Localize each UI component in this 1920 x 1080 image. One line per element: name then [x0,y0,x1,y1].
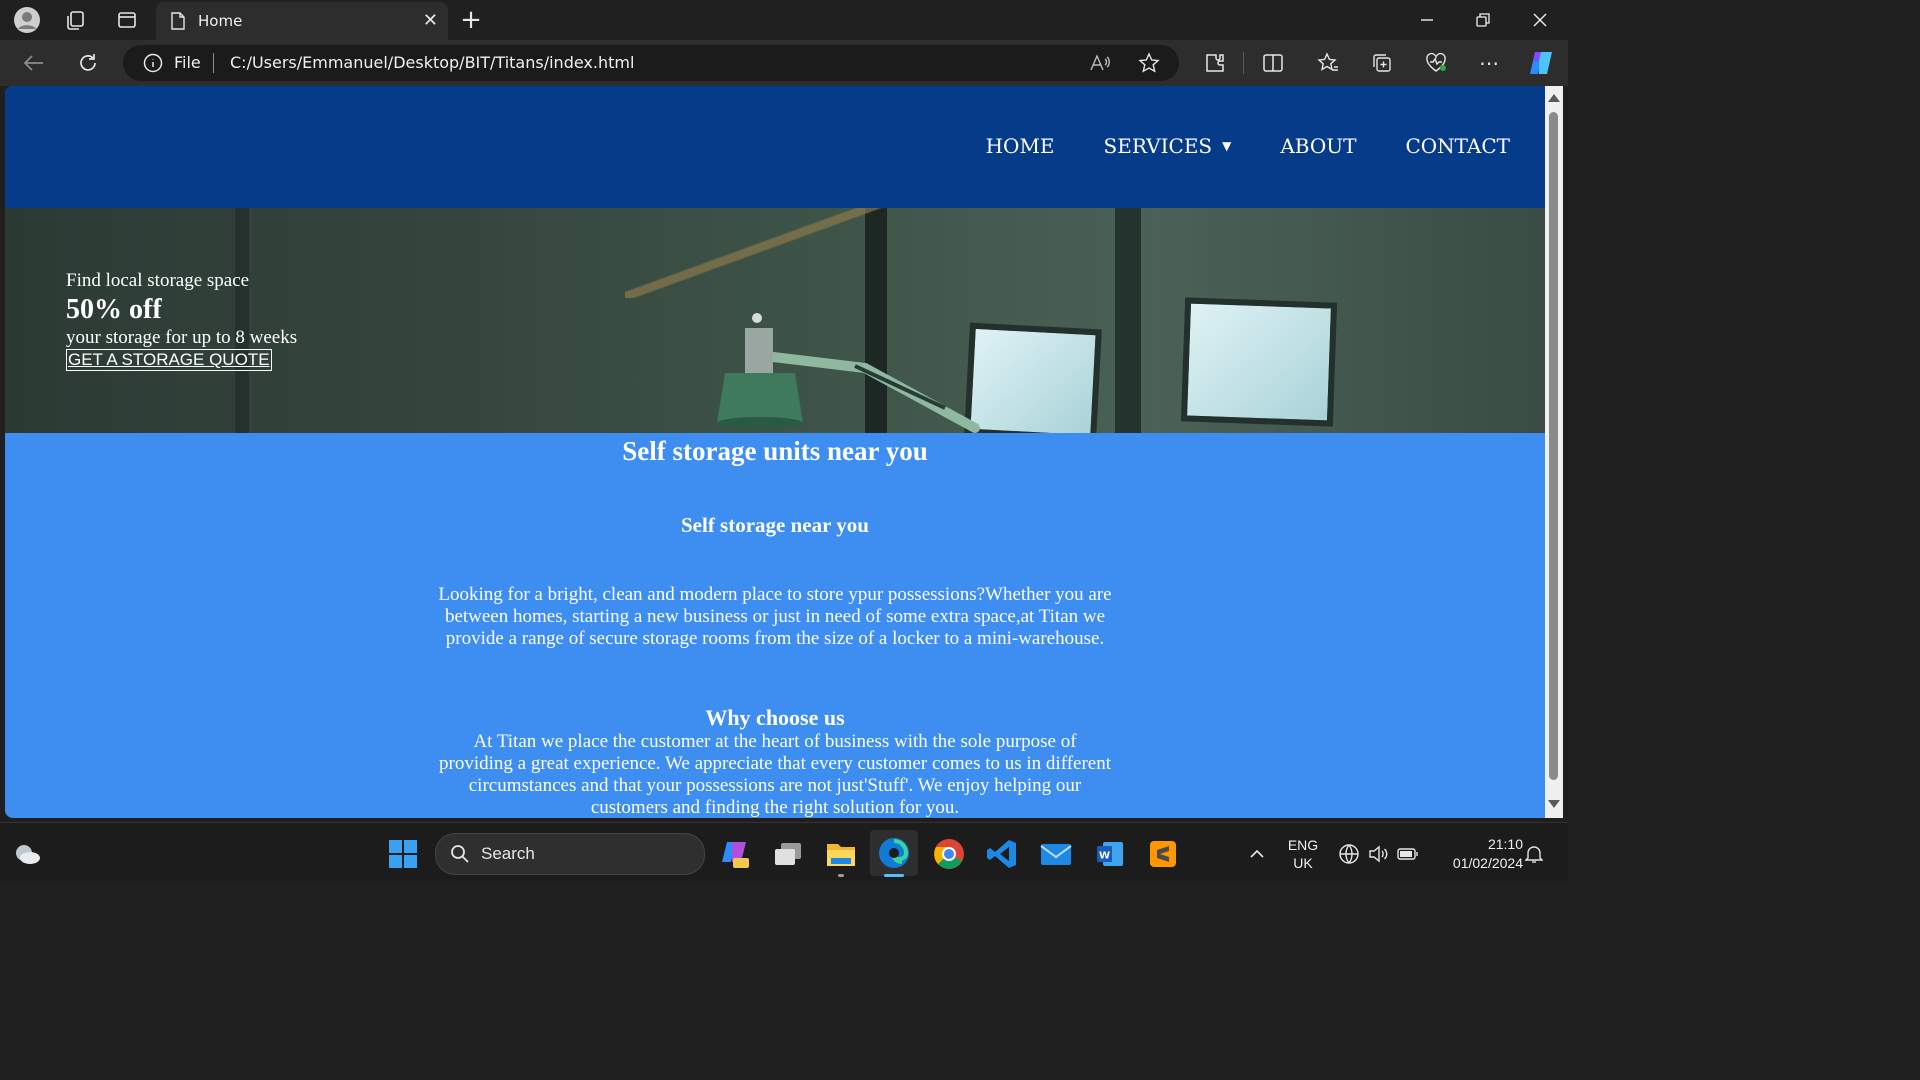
notifications-bell-icon[interactable] [1520,837,1548,871]
vscode-icon[interactable] [985,837,1019,871]
info-icon[interactable] [143,53,163,77]
read-aloud-icon[interactable] [1089,53,1111,77]
toolbar-divider [1243,52,1244,74]
svg-text:W: W [1099,851,1110,862]
hero-discount: 50% off [66,294,162,325]
hero-text: Find local storage space 50% off your st… [66,270,297,371]
vertical-scrollbar[interactable] [1545,86,1563,818]
weather-icon[interactable] [10,837,44,871]
taskbar-search[interactable]: Search [435,833,705,875]
new-tab-icon[interactable]: + [458,0,484,40]
minimize-icon[interactable] [1399,0,1455,40]
nav-services-label: SERVICES [1103,134,1213,158]
edge-icon[interactable] [870,830,918,876]
dropdown-caret-icon: ▼ [1222,139,1232,153]
battery-icon[interactable] [1395,837,1421,871]
back-icon[interactable] [14,40,54,86]
hero-line-3: your storage for up to 8 weeks [66,327,298,348]
scroll-down-icon[interactable] [1548,800,1560,808]
page-viewport: HOME SERVICES ▼ ABOUT CONTACT Find local … [5,86,1545,818]
why-choose-us-heading: Why choose us [705,705,845,730]
hero-window [1180,297,1338,427]
windows-start-icon[interactable] [386,837,420,871]
sublime-text-icon[interactable] [1146,837,1180,871]
workspaces-icon[interactable] [60,0,92,40]
profile-icon[interactable] [10,0,44,40]
close-window-icon[interactable] [1512,0,1568,40]
close-tab-icon[interactable]: ✕ [423,10,438,31]
copilot-icon[interactable] [1521,40,1561,86]
favorites-icon[interactable] [1308,40,1348,86]
more-options-icon[interactable]: ⋯ [1469,40,1509,86]
active-indicator [884,874,904,877]
address-url[interactable]: C:/Users/Emmanuel/Desktop/BIT/Titans/ind… [230,53,634,72]
browser-titlebar: Home ✕ + [0,0,1568,40]
split-screen-icon[interactable] [1253,40,1293,86]
refresh-icon[interactable] [68,40,108,86]
word-icon[interactable]: W [1093,837,1127,871]
search-label: Search [481,844,535,863]
intro-paragraph: Looking for a bright, clean and modern p… [438,584,1112,649]
address-scheme: File [174,53,201,72]
mail-icon[interactable] [1039,837,1073,871]
page-icon [170,12,186,30]
favorite-star-icon[interactable] [1138,52,1160,78]
copilot-preview-icon[interactable] [718,837,752,871]
taskbar: Search W ENG UK 21:10 01/02/2024 [0,822,1568,883]
volume-icon[interactable] [1365,837,1391,871]
why-choose-us-paragraph: At Titan we place the customer at the he… [439,731,1111,818]
show-hidden-icons-icon[interactable] [1240,837,1274,871]
clock[interactable]: 21:10 01/02/2024 [1433,835,1523,873]
browser-tab[interactable]: Home ✕ [156,2,448,40]
extensions-icon[interactable] [1195,40,1235,86]
collections-icon[interactable] [1362,40,1402,86]
nav-about[interactable]: ABOUT [1280,134,1356,158]
nav-services[interactable]: SERVICES ▼ [1104,134,1232,158]
hero-pole [1115,208,1141,433]
site-header: HOME SERVICES ▼ ABOUT CONTACT [5,86,1545,208]
language-code: ENG [1287,837,1319,853]
tab-actions-icon[interactable] [111,0,143,40]
hero-lamp-image [717,313,980,433]
storage-quote-button[interactable]: GET A STORAGE QUOTE [66,349,272,371]
chrome-icon[interactable] [932,837,966,871]
page-title: Self storage units near you [622,436,928,466]
restore-icon[interactable] [1455,0,1511,40]
keyboard-layout: UK [1293,855,1313,871]
browser-essentials-icon[interactable] [1416,40,1456,86]
hero-rope [625,208,885,298]
running-indicator [838,874,844,877]
address-bar[interactable]: File C:/Users/Emmanuel/Desktop/BIT/Titan… [123,45,1179,81]
clock-time: 21:10 [1487,836,1523,852]
hero-line-1: Find local storage space [66,270,250,291]
search-icon [450,844,470,868]
language-indicator[interactable]: ENG UK [1283,836,1323,872]
main-content: Self storage units near you Self storage… [5,433,1545,818]
file-explorer-icon[interactable] [824,837,858,871]
scroll-up-icon[interactable] [1548,94,1560,102]
nav-contact[interactable]: CONTACT [1405,134,1510,158]
hero-banner: Find local storage space 50% off your st… [5,208,1545,433]
task-view-icon[interactable] [771,837,805,871]
scrollbar-thumb[interactable] [1549,112,1558,780]
nav-home[interactable]: HOME [986,134,1055,158]
network-icon[interactable] [1336,837,1362,871]
address-separator [213,53,214,73]
main-nav: HOME SERVICES ▼ ABOUT CONTACT [937,134,1510,158]
section-subtitle: Self storage near you [680,513,869,537]
tab-title: Home [198,12,243,30]
clock-date: 01/02/2024 [1452,855,1523,871]
